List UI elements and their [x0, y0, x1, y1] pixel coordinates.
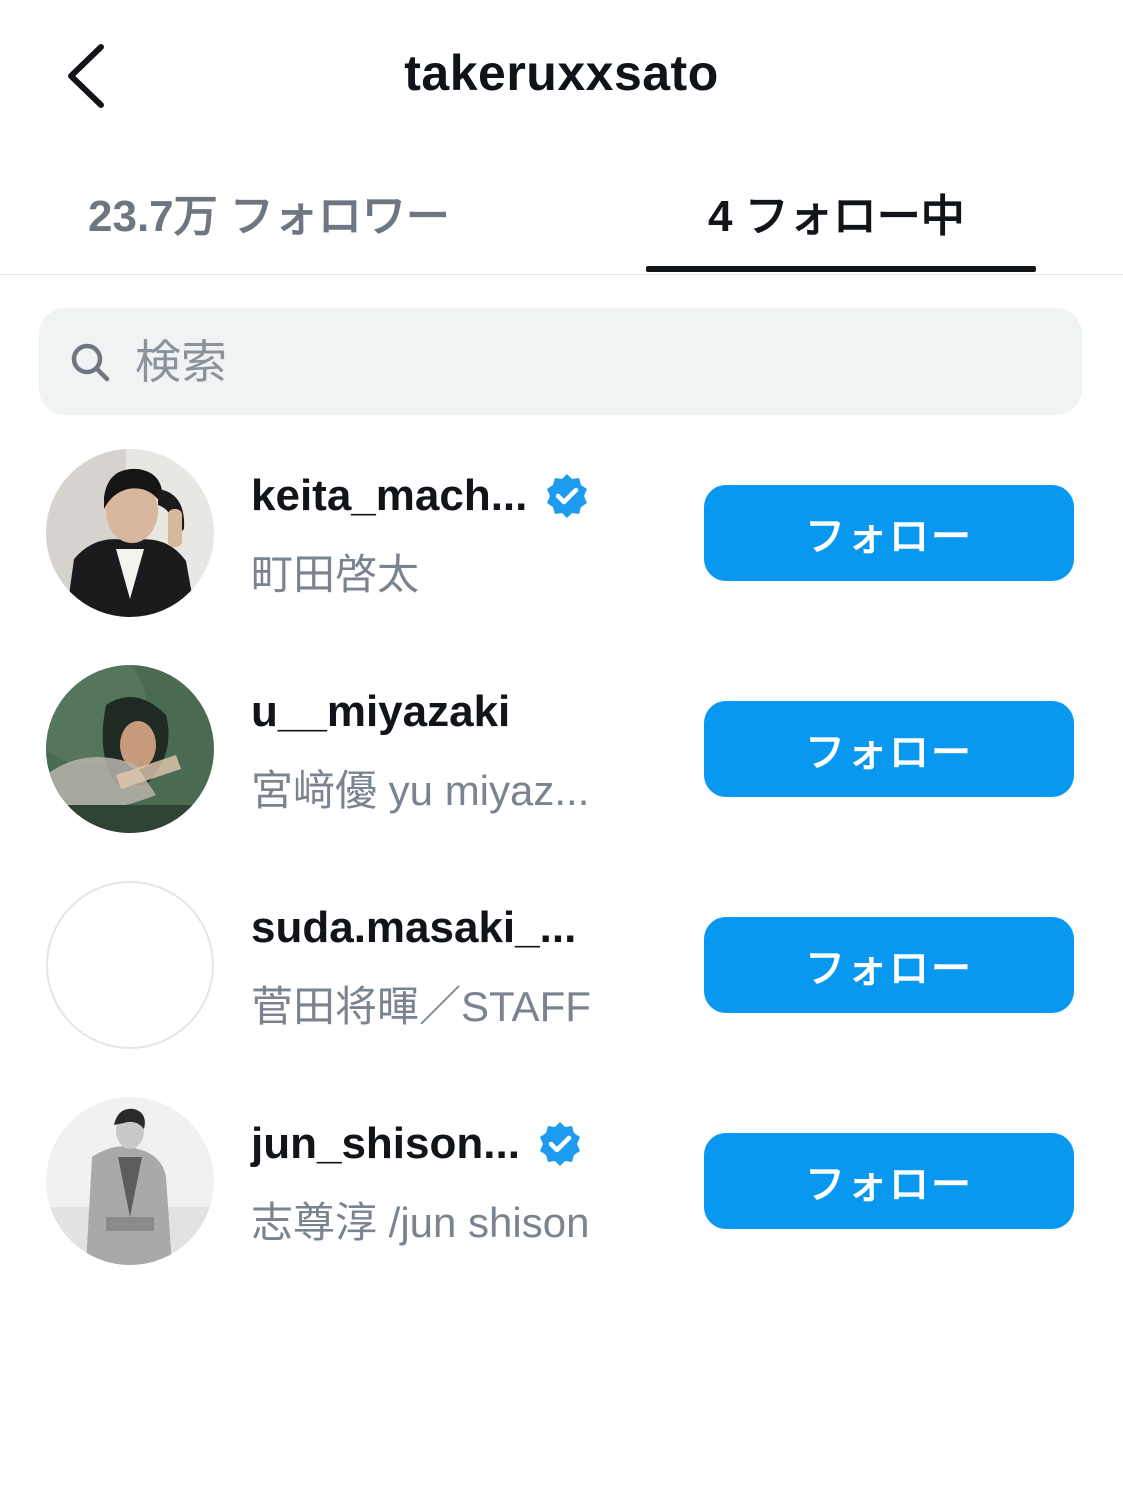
tab-followers[interactable]: 23.7万 フォロワー — [88, 180, 450, 244]
avatar[interactable] — [46, 881, 214, 1049]
follow-button[interactable]: フォロー — [704, 701, 1074, 797]
username[interactable]: suda.masaki_... — [251, 903, 576, 953]
page-title: takeruxxsato — [404, 45, 719, 101]
tab-following[interactable]: 4 フォロー中 — [708, 180, 965, 244]
username-line: suda.masaki_... — [251, 903, 576, 953]
tab-bar: 23.7万 フォロワー 4 フォロー中 — [0, 150, 1123, 275]
list-item[interactable]: jun_shison... 志尊淳 /jun shison フォロー — [0, 1097, 1123, 1313]
username[interactable]: jun_shison... — [251, 1119, 520, 1169]
verified-badge-icon — [536, 1120, 584, 1168]
display-name: 宮﨑優 yu miyaz... — [251, 767, 590, 814]
username[interactable]: u__miyazaki — [251, 687, 510, 737]
follow-button[interactable]: フォロー — [704, 1133, 1074, 1229]
top-bar: takeruxxsato — [0, 0, 1123, 150]
display-name: 志尊淳 /jun shison — [251, 1199, 590, 1246]
display-name: 町田啓太 — [251, 551, 420, 598]
list-item[interactable]: keita_mach... 町田啓太 フォロー — [0, 449, 1123, 665]
avatar[interactable] — [46, 449, 214, 617]
verified-badge-icon — [543, 472, 591, 520]
follow-button[interactable]: フォロー — [704, 917, 1074, 1013]
username-line: jun_shison... — [251, 1119, 584, 1169]
list-item[interactable]: u__miyazaki 宮﨑優 yu miyaz... フォロー — [0, 665, 1123, 881]
follow-button[interactable]: フォロー — [704, 485, 1074, 581]
username-line: u__miyazaki — [251, 687, 510, 737]
avatar[interactable] — [46, 665, 214, 833]
username-line: keita_mach... — [251, 471, 591, 521]
search-input[interactable] — [133, 333, 1017, 390]
username[interactable]: keita_mach... — [251, 471, 527, 521]
list-item[interactable]: suda.masaki_... 菅田将暉／STAFF フォロー — [0, 881, 1123, 1097]
search-bar[interactable] — [39, 308, 1082, 415]
active-tab-indicator — [646, 266, 1036, 272]
display-name: 菅田将暉／STAFF — [251, 983, 591, 1030]
search-icon — [69, 341, 111, 383]
avatar[interactable] — [46, 1097, 214, 1265]
